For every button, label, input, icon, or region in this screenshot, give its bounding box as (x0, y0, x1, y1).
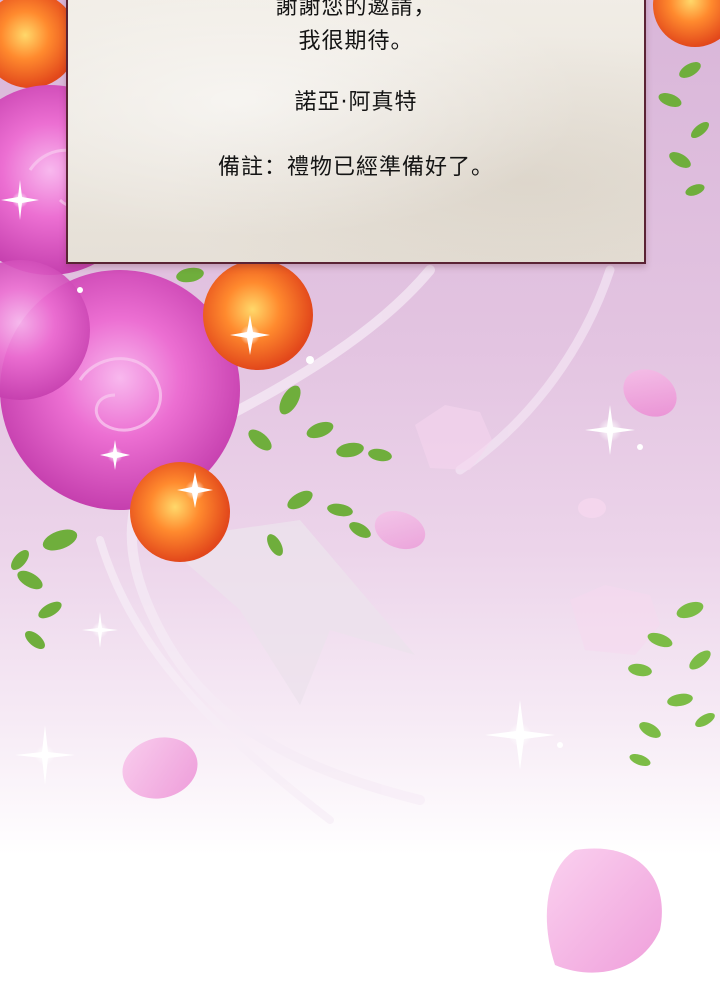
letter-signature: 諾亞·阿真特 (294, 90, 418, 115)
letter-line-thanks: 謝謝您的邀請， (275, 0, 437, 20)
petal (546, 848, 662, 973)
petal (578, 498, 606, 518)
letter-postscript: 備註：禮物已經準備好了。 (217, 155, 494, 180)
letter-line-anticipation: 我很期待。 (298, 29, 414, 54)
orange-rose (203, 260, 313, 370)
petal (374, 510, 426, 550)
letter-card: 謝謝您的邀請， 我很期待。 諾亞·阿真特 備註：禮物已經準備好了。 (66, 0, 646, 264)
comic-panel: 謝謝您的邀請， 我很期待。 諾亞·阿真特 備註：禮物已經準備好了。 (0, 0, 720, 995)
orange-rose (653, 0, 720, 47)
orange-rose (130, 462, 230, 562)
petal (122, 737, 198, 799)
petal (623, 369, 677, 417)
foliage (658, 62, 710, 196)
bokeh (570, 585, 660, 655)
